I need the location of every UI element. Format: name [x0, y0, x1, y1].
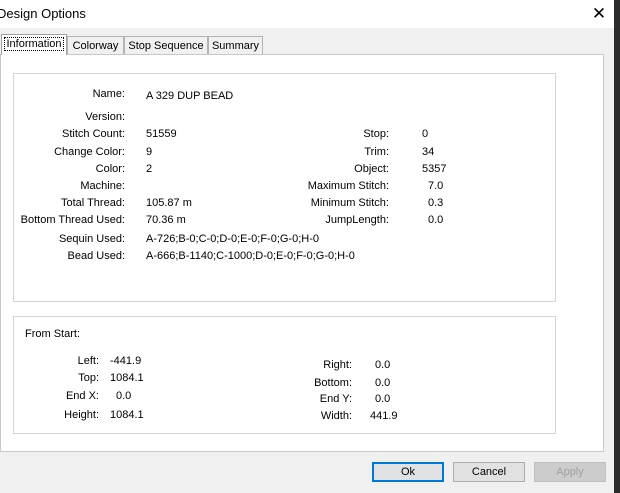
title-bar: Design Options ✕ [0, 0, 614, 28]
stop-label: Stop: [363, 128, 389, 140]
width-value: 441.9 [370, 410, 398, 422]
change-color-label: Change Color: [54, 146, 125, 158]
right-value: 0.0 [375, 359, 391, 371]
trim-label: Trim: [364, 146, 389, 158]
window-title: Design Options [0, 6, 86, 21]
color-label: Color: [95, 163, 125, 175]
information-panel: Name: A 329 DUP BEAD Version: Stitch Cou… [0, 54, 604, 452]
from-start-heading: From Start: [25, 328, 81, 340]
name-value: A 329 DUP BEAD [146, 90, 234, 102]
trim-value: 34 [422, 146, 435, 158]
total-thread-value: 105.87 m [146, 197, 192, 209]
minimum-stitch-value: 0.3 [428, 197, 444, 209]
end-y-value: 0.0 [375, 393, 391, 405]
stitch-count-label: Stitch Count: [62, 128, 125, 140]
stop-value: 0 [422, 128, 429, 140]
bottom-value: 0.0 [375, 377, 391, 389]
object-label: Object: [354, 163, 389, 175]
tab-stop-sequence[interactable]: Stop Sequence [124, 36, 208, 54]
tab-colorway[interactable]: Colorway [67, 36, 124, 54]
width-label: Width: [320, 410, 352, 422]
window-edge [614, 0, 620, 493]
object-value: 5357 [422, 163, 447, 175]
sequin-used-label: Sequin Used: [58, 233, 125, 245]
end-x-value: 0.0 [116, 390, 132, 402]
maximum-stitch-value: 7.0 [428, 180, 444, 192]
minimum-stitch-label: Minimum Stitch: [310, 197, 389, 209]
close-icon[interactable]: ✕ [587, 3, 611, 25]
sequin-used-value: A-726;B-0;C-0;D-0;E-0;F-0;G-0;H-0 [146, 233, 319, 245]
tab-summary[interactable]: Summary [208, 36, 263, 54]
right-label: Right: [323, 359, 352, 371]
from-start-group: From Start: Left: -441.9 Top: 1084.1 End… [13, 316, 556, 434]
color-value: 2 [146, 163, 153, 175]
top-label: Top: [78, 372, 99, 384]
left-value: -441.9 [110, 355, 142, 367]
apply-button[interactable]: Apply [534, 462, 606, 482]
height-value: 1084.1 [110, 409, 144, 421]
cancel-button[interactable]: Cancel [453, 462, 525, 482]
jump-length-label: JumpLength: [325, 214, 389, 226]
stitch-count-value: 51559 [146, 128, 177, 140]
machine-label: Machine: [80, 180, 125, 192]
change-color-value: 9 [146, 146, 153, 158]
tab-information-label: Information [4, 37, 64, 51]
design-info-group: Name: A 329 DUP BEAD Version: Stitch Cou… [13, 73, 556, 302]
version-label: Version: [85, 111, 125, 123]
tab-information[interactable]: Information [1, 34, 67, 55]
bottom-thread-label: Bottom Thread Used: [20, 214, 125, 226]
height-label: Height: [64, 409, 99, 421]
bead-used-label: Bead Used: [67, 250, 125, 262]
top-value: 1084.1 [110, 372, 144, 384]
left-label: Left: [77, 355, 99, 367]
maximum-stitch-label: Maximum Stitch: [307, 180, 389, 192]
bottom-thread-value: 70.36 m [146, 214, 186, 226]
total-thread-label: Total Thread: [60, 197, 125, 209]
jump-length-value: 0.0 [428, 214, 444, 226]
end-y-label: End Y: [319, 393, 352, 405]
name-label: Name: [92, 88, 125, 100]
bottom-label: Bottom: [314, 377, 352, 389]
end-x-label: End X: [65, 390, 99, 402]
ok-button[interactable]: Ok [372, 462, 444, 482]
bead-used-value: A-666;B-1140;C-1000;D-0;E-0;F-0;G-0;H-0 [146, 250, 355, 262]
